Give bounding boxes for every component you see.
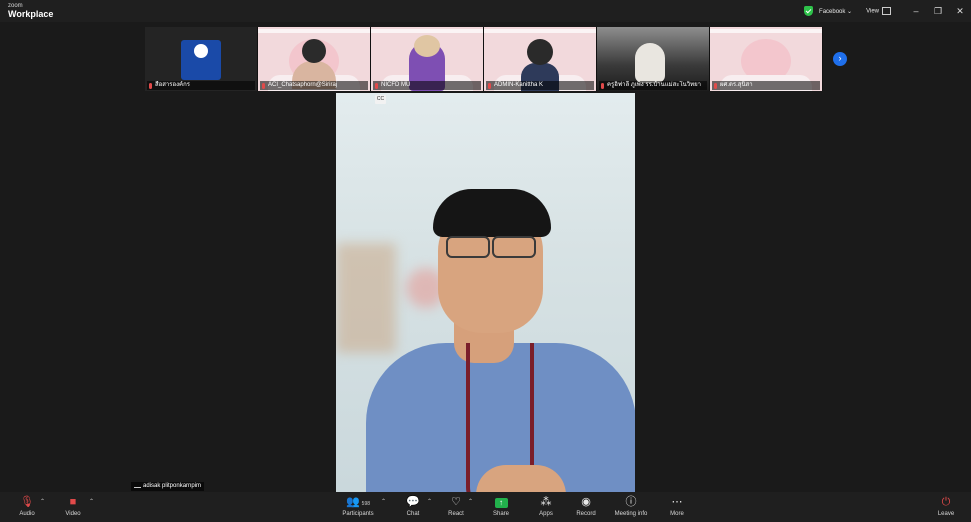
chat-label: Chat <box>406 511 420 517</box>
muted-mic-icon <box>375 83 378 89</box>
participants-chevron-icon[interactable]: ⌃ <box>381 498 386 505</box>
meeting-info-label: Meeting info <box>614 511 648 517</box>
video-options-chevron-icon[interactable]: ⌃ <box>89 498 94 505</box>
close-button[interactable]: ✕ <box>949 6 971 17</box>
thumbnail-participant[interactable]: NICFD MU <box>371 27 484 91</box>
encryption-shield-icon[interactable] <box>804 6 814 16</box>
thumbnail-participant[interactable]: ADMIN-Kanittha K <box>484 27 597 91</box>
organization-logo <box>181 40 221 80</box>
leave-label: Leave <box>937 511 955 517</box>
app-brand: zoom Workplace <box>8 3 53 19</box>
meeting-label-text: Facebook <box>819 8 846 15</box>
title-bar: zoom Workplace Facebook ⌄ View – ❐ ✕ <box>0 0 971 22</box>
meeting-label[interactable]: Facebook ⌄ <box>819 8 852 15</box>
meeting-stage: สื่อสารองค์กร ACI_Chatsaphorn@Siriraj NI… <box>0 22 971 492</box>
muted-mic-icon <box>262 83 265 89</box>
restore-button[interactable]: ❐ <box>927 6 949 17</box>
react-chevron-icon[interactable]: ⌃ <box>468 498 473 505</box>
participant-name: NICFD MU <box>373 81 481 90</box>
participants-button[interactable]: 👥 598 Participants <box>338 495 378 517</box>
chat-chevron-icon[interactable]: ⌃ <box>427 498 432 505</box>
thumbnail-participant[interactable]: ACI_Chatsaphorn@Siriraj <box>258 27 371 91</box>
speaker-name-label: adisak plitponkarnpim <box>131 482 205 491</box>
signal-icon <box>134 482 141 489</box>
apps-icon: ⁂ <box>540 496 552 508</box>
muted-mic-icon <box>714 83 717 89</box>
thumbnail-participant[interactable]: ครูอิฟาลี ภูเพ็ง รร.บ้านแม่สะโนวิทยา <box>597 27 710 91</box>
participants-label: Participants <box>342 511 374 517</box>
share-label: Share <box>492 511 509 517</box>
minimize-button[interactable]: – <box>905 6 927 16</box>
brand-large: Workplace <box>8 9 54 19</box>
view-button[interactable]: View <box>866 7 891 15</box>
participant-name: ครูอิฟาลี ภูเพ็ง รร.บ้านแม่สะโนวิทยา <box>599 81 707 90</box>
thumbnail-participant[interactable]: ผศ.ดร.สุนิสา <box>710 27 823 91</box>
audio-label: Audio <box>19 511 35 517</box>
info-icon: ⓘ <box>625 496 637 508</box>
audio-options-chevron-icon[interactable]: ⌃ <box>40 498 45 505</box>
more-icon: ⋯ <box>671 496 683 508</box>
participant-name: สื่อสารองค์กร <box>147 81 255 90</box>
record-icon: ◉ <box>581 496 591 508</box>
grid-view-icon <box>882 7 891 15</box>
muted-mic-icon <box>149 83 152 89</box>
video-off-icon: ■ <box>69 496 77 508</box>
active-speaker-video <box>336 93 635 492</box>
leave-button[interactable]: ⏻ Leave <box>926 495 966 517</box>
glasses <box>442 236 538 258</box>
meeting-toolbar: 🎙 Audio ⌃ ■ Video ⌃ 👥 598 Participants ⌃ … <box>0 492 971 522</box>
video-label: Video <box>65 511 81 517</box>
view-label: View <box>866 8 879 15</box>
participant-name: ADMIN-Kanittha K <box>486 81 594 90</box>
participant-name: ACI_Chatsaphorn@Siriraj <box>260 81 368 90</box>
leave-icon: ⏻ <box>941 496 951 508</box>
share-button[interactable]: ↑ Share <box>481 495 521 517</box>
share-screen-icon: ↑ <box>481 495 521 510</box>
video-button[interactable]: ■ Video <box>53 495 93 517</box>
apps-button[interactable]: ⁂ Apps <box>526 495 566 517</box>
thumbnail-strip: สื่อสารองค์กร ACI_Chatsaphorn@Siriraj NI… <box>145 27 823 91</box>
captions-badge[interactable]: CC <box>375 95 386 104</box>
muted-mic-icon <box>601 83 604 89</box>
participant-name: ผศ.ดร.สุนิสา <box>712 81 820 90</box>
meeting-info-button[interactable]: ⓘ Meeting info <box>611 495 651 517</box>
more-button[interactable]: ⋯ More <box>657 495 697 517</box>
thumbnail-participant[interactable]: สื่อสารองค์กร <box>145 27 258 91</box>
next-page-icon[interactable]: › <box>833 52 847 66</box>
speaker-name-text: adisak plitponkarnpim <box>143 483 202 489</box>
record-label: Record <box>576 511 596 517</box>
participants-count: 598 <box>361 501 371 507</box>
apps-label: Apps <box>539 511 553 517</box>
react-label: React <box>448 511 464 517</box>
muted-mic-icon <box>488 83 491 89</box>
participants-icon: 👥 598 <box>345 496 371 508</box>
record-button[interactable]: ◉ Record <box>566 495 606 517</box>
more-label: More <box>670 511 684 517</box>
